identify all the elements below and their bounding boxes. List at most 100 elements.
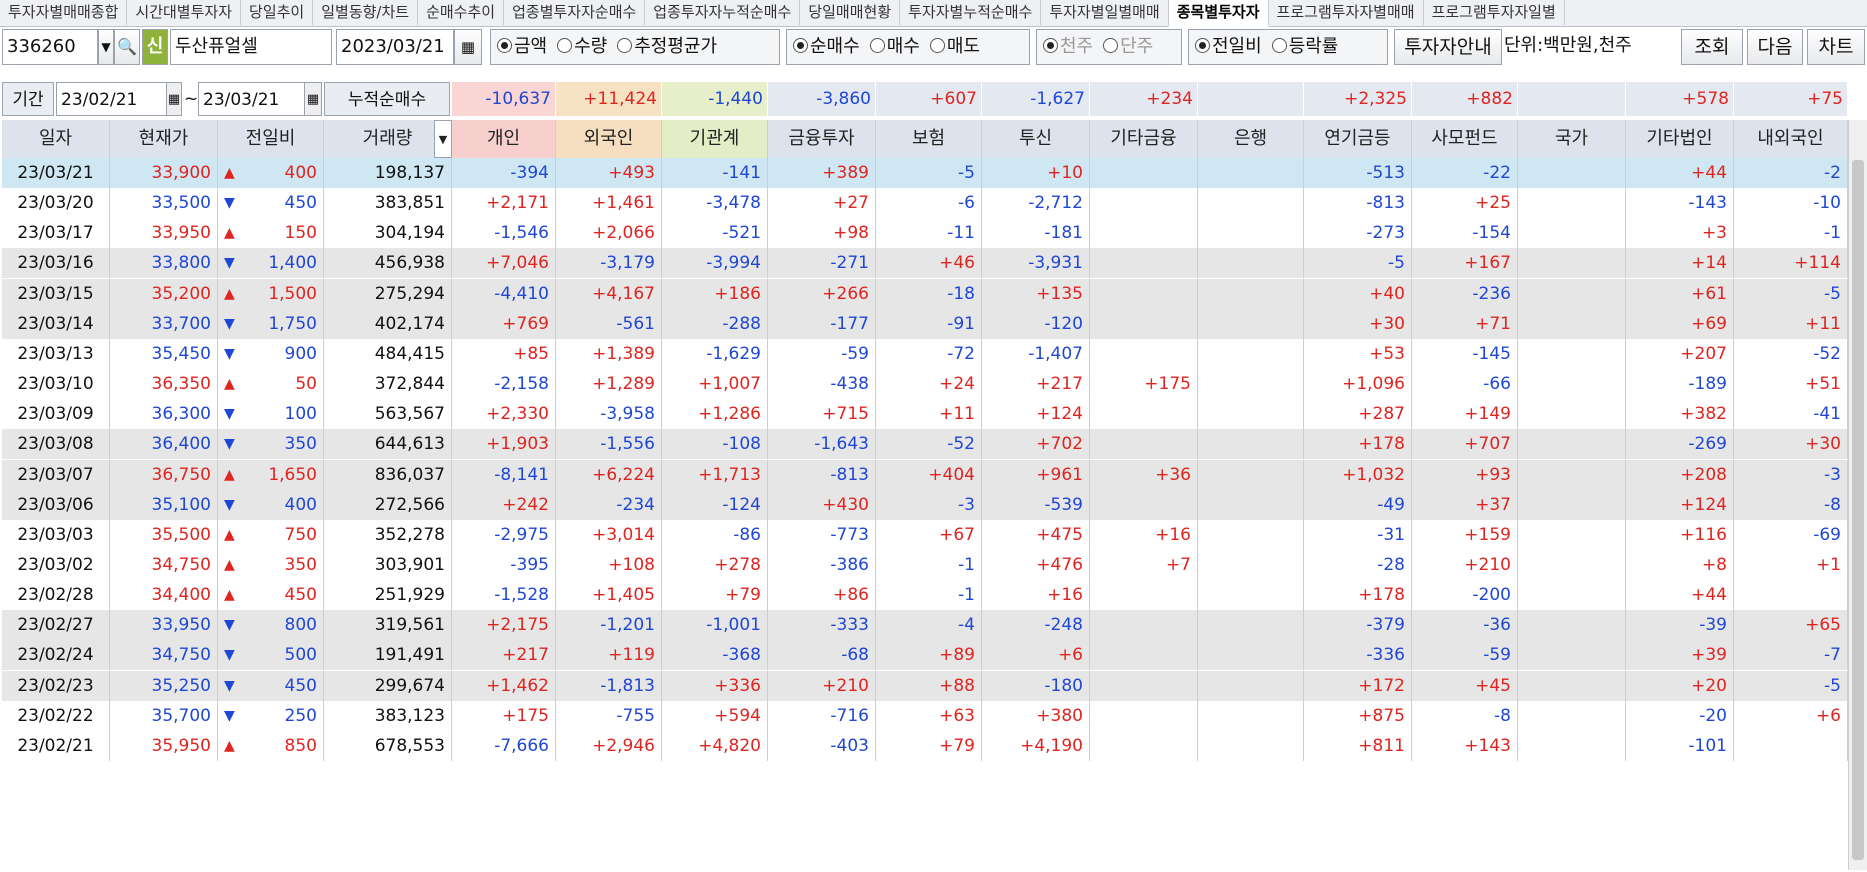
table-row[interactable]: 23/02/22 35,700 ▼ 250 383,123 +175 -755 +594 -71… [2,700,1848,731]
column-header[interactable]: 일자 [2,120,110,158]
column-header[interactable]: 기타금융 [1090,120,1198,158]
column-header[interactable]: 현재가 [110,120,218,158]
price-cell: 35,700 [110,700,218,731]
investor-value-cell: -1,556 [556,429,662,460]
chart-button[interactable]: 차트 [1807,29,1865,65]
radio-amount[interactable]: 금액 [497,30,547,64]
column-header[interactable]: 외국인 [556,120,662,158]
column-header[interactable]: 금융투자 [768,120,876,158]
table-row[interactable]: 23/02/24 34,750 ▼ 500 191,491 +217 +119 -368 -68… [2,640,1848,671]
investor-value-cell [1198,670,1304,701]
column-header[interactable]: 국가 [1518,120,1626,158]
table-row[interactable]: 23/03/07 36,750 ▲ 1,650 836,037 -8,141 +6,224 +… [2,459,1848,490]
calendar-icon[interactable]: ▦ [454,29,482,65]
investor-value-cell: -154 [1412,218,1518,249]
price-cell: 35,100 [110,489,218,520]
radio-change-rate[interactable]: 등락률 [1271,30,1338,64]
volume-cell: 198,137 [324,158,452,188]
tab-item[interactable]: 시간대별투자자 [127,0,242,25]
tab-item[interactable]: 업종투자자누적순매수 [645,0,801,25]
date-cell: 23/02/23 [2,670,110,701]
radio-net-buy[interactable]: 순매수 [793,30,860,64]
search-icon[interactable]: 🔍 [114,29,140,65]
table-row[interactable]: 23/03/20 33,500 ▼ 450 383,851 +2,171 +1,461 -3,… [2,188,1848,219]
vertical-scrollbar[interactable] [1848,120,1867,870]
table-row[interactable]: 23/03/06 35,100 ▼ 400 272,566 +242 -234 -124 +43… [2,489,1848,520]
column-header[interactable]: 거래량 [324,120,452,158]
radio-thousand-shares[interactable]: 천주 [1043,30,1093,64]
table-row[interactable]: 23/03/08 36,400 ▼ 350 644,613 +1,903 -1,556 -10… [2,429,1848,460]
radio-quantity[interactable]: 수량 [557,30,607,64]
period-from-input[interactable]: 23/02/21 [56,82,168,116]
date-cell: 23/03/21 [2,158,110,188]
table-row[interactable]: 23/03/14 33,700 ▼ 1,750 402,174 +769 -561 -288-… [2,308,1848,339]
investor-value-cell: -22 [1412,158,1518,188]
column-header[interactable]: 보험 [876,120,982,158]
table-row[interactable]: 23/03/09 36,300 ▼ 100 563,567 +2,330 -3,958 +1,… [2,399,1848,430]
table-row[interactable]: 23/03/13 35,450 ▼ 900 484,415 +85 +1,389 -1,629… [2,338,1848,369]
tab-item[interactable]: 투자자별누적순매수 [900,0,1042,25]
tab-item[interactable]: 일별동향/차트 [313,0,419,25]
radio-prev-day[interactable]: 전일비 [1195,30,1262,64]
radio-sell[interactable]: 매도 [929,30,980,64]
investor-value-cell [1198,700,1304,731]
volume-dropdown-icon[interactable]: ▼ [434,120,452,158]
column-header[interactable]: 기타법인 [1626,120,1734,158]
column-header[interactable]: 개인 [452,120,556,158]
table-row[interactable]: 23/03/02 34,750 ▲ 350 303,901 -395 +108 +278 -38… [2,549,1848,580]
tab-item[interactable]: 프로그램투자자별매매 [1269,0,1424,25]
date-input[interactable]: 2023/03/21 [336,29,454,65]
investor-value-cell [1198,158,1304,188]
table-row[interactable]: 23/02/27 33,950 ▼ 800 319,561 +2,175 -1,201 -1,… [2,610,1848,641]
table-row[interactable]: 23/02/28 34,400 ▲ 450 251,929 -1,528 +1,405 +79… [2,580,1848,611]
table-row-selected[interactable]: 23/03/21 33,900 ▲ 400 198,137 -394 +493 -141 +38… [2,158,1848,188]
investor-value-cell: -181 [982,218,1090,249]
query-button[interactable]: 조회 [1681,29,1743,65]
period-to-input[interactable]: 23/03/21 [198,82,306,116]
change-cell: ▼ 1,750 [218,308,324,339]
investor-value-cell: -11 [876,218,982,249]
tab-item[interactable]: 당일추이 [241,0,314,25]
table-row[interactable]: 23/03/16 33,800 ▼ 1,400 456,938 +7,046 -3,179-… [2,248,1848,279]
investor-value-cell: -66 [1412,369,1518,400]
tab-item[interactable]: 투자자별일별매매 [1041,0,1169,25]
table-row[interactable]: 23/02/23 35,250 ▼ 450 299,674 +1,462 -1,813 +33… [2,670,1848,701]
next-button[interactable]: 다음 [1747,29,1803,65]
tab-item[interactable]: 순매수추이 [418,0,505,25]
table-row[interactable]: 23/03/15 35,200 ▲ 1,500 275,294 -4,410 +4,167 +… [2,278,1848,309]
calendar-to-icon[interactable]: ▦ [304,82,322,116]
column-header[interactable]: 기관계 [662,120,768,158]
code-dropdown-icon[interactable]: ▼ [98,29,114,65]
table-row[interactable]: 23/02/21 35,950 ▲ 850 678,553 -7,666 +2,946 +4,… [2,730,1848,761]
change-cell: ▼ 500 [218,640,324,671]
change-value: 450 [284,675,317,696]
investor-value-cell: +159 [1412,519,1518,550]
table-row[interactable]: 23/03/17 33,950 ▲ 150 304,194 -1,546 +2,066 -52… [2,218,1848,249]
investor-value-cell: -52 [876,429,982,460]
scrollbar-thumb[interactable] [1852,160,1864,860]
column-header[interactable]: 전일비 [218,120,324,158]
tab-item[interactable]: 업종별투자자순매수 [504,0,646,25]
investor-value-cell: +3,014 [556,519,662,550]
table-row[interactable]: 23/03/10 36,350 ▲ 50 372,844 -2,158 +1,289 +1,0… [2,369,1848,400]
tab-item[interactable]: 당일매매현황 [800,0,901,25]
column-header[interactable]: 투신 [982,120,1090,158]
tab-item[interactable]: 프로그램투자자일별 [1424,0,1565,25]
investor-value-cell [1198,549,1304,580]
tab-item[interactable]: 투자자별매매종합 [0,0,128,25]
table-row[interactable]: 23/03/03 35,500 ▲ 750 352,278 -2,975 +3,014 -86… [2,519,1848,550]
stock-code-input[interactable]: 336260 [2,29,98,65]
column-header[interactable]: 내외국인 [1734,120,1848,158]
radio-avg-price[interactable]: 추정평균가 [617,30,717,64]
tab-item[interactable]: 종목별투자자 [1168,0,1269,27]
radio-buy[interactable]: 매수 [869,30,920,64]
column-header[interactable]: 은행 [1198,120,1304,158]
down-arrow-icon: ▼ [224,255,235,272]
investor-value-cell: +175 [1090,369,1198,400]
calendar-from-icon[interactable]: ▦ [166,82,182,116]
investor-guide-button[interactable]: 투자자안내 [1394,29,1502,65]
column-header[interactable]: 연기금등 [1304,120,1412,158]
column-header[interactable]: 사모펀드 [1412,120,1518,158]
radio-single-shares[interactable]: 단주 [1103,30,1153,64]
price-cell: 35,200 [110,278,218,309]
